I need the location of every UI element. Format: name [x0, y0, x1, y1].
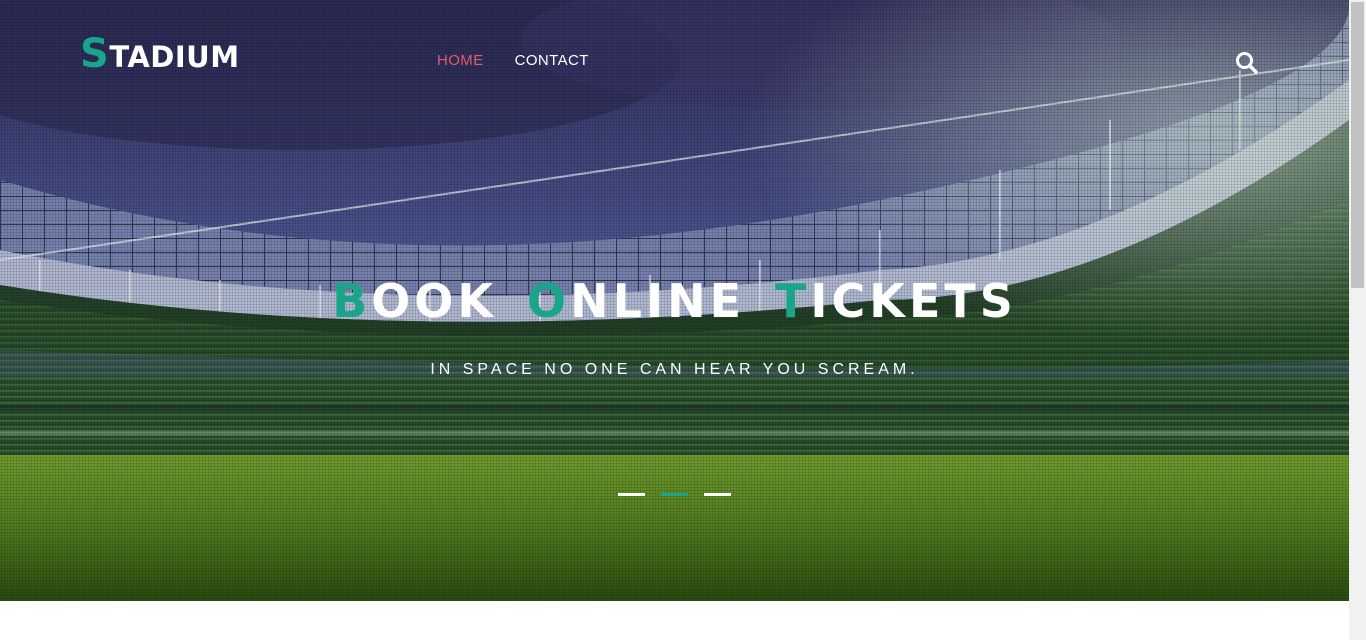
scrollbar-thumb[interactable]	[1351, 2, 1364, 288]
logo-text: TADIUM	[109, 40, 240, 74]
logo-initial: S	[80, 31, 110, 77]
headline-word-tickets: TICKETS	[775, 274, 1017, 328]
carousel-indicator-2[interactable]	[661, 493, 688, 496]
search-icon[interactable]	[1234, 50, 1260, 76]
main-nav: HOME CONTACT	[437, 52, 589, 69]
nav-contact[interactable]: CONTACT	[515, 52, 589, 69]
site-logo[interactable]: STADIUM	[80, 34, 240, 74]
headline-word-book: BOOK	[332, 274, 498, 328]
carousel-indicator-1[interactable]	[618, 493, 645, 496]
headline-word-online: ONLINE	[527, 274, 746, 328]
page: STADIUM HOME CONTACT BOOK ONLINE TICKETS…	[0, 0, 1366, 640]
carousel-indicators	[618, 493, 731, 496]
hero-banner: STADIUM HOME CONTACT BOOK ONLINE TICKETS…	[0, 0, 1349, 601]
hero-subtitle: IN SPACE NO ONE CAN HEAR YOU SCREAM.	[430, 361, 919, 378]
hero-headline: BOOK ONLINE TICKETS	[0, 274, 1349, 328]
carousel-indicator-3[interactable]	[704, 493, 731, 496]
nav-home[interactable]: HOME	[437, 52, 484, 69]
